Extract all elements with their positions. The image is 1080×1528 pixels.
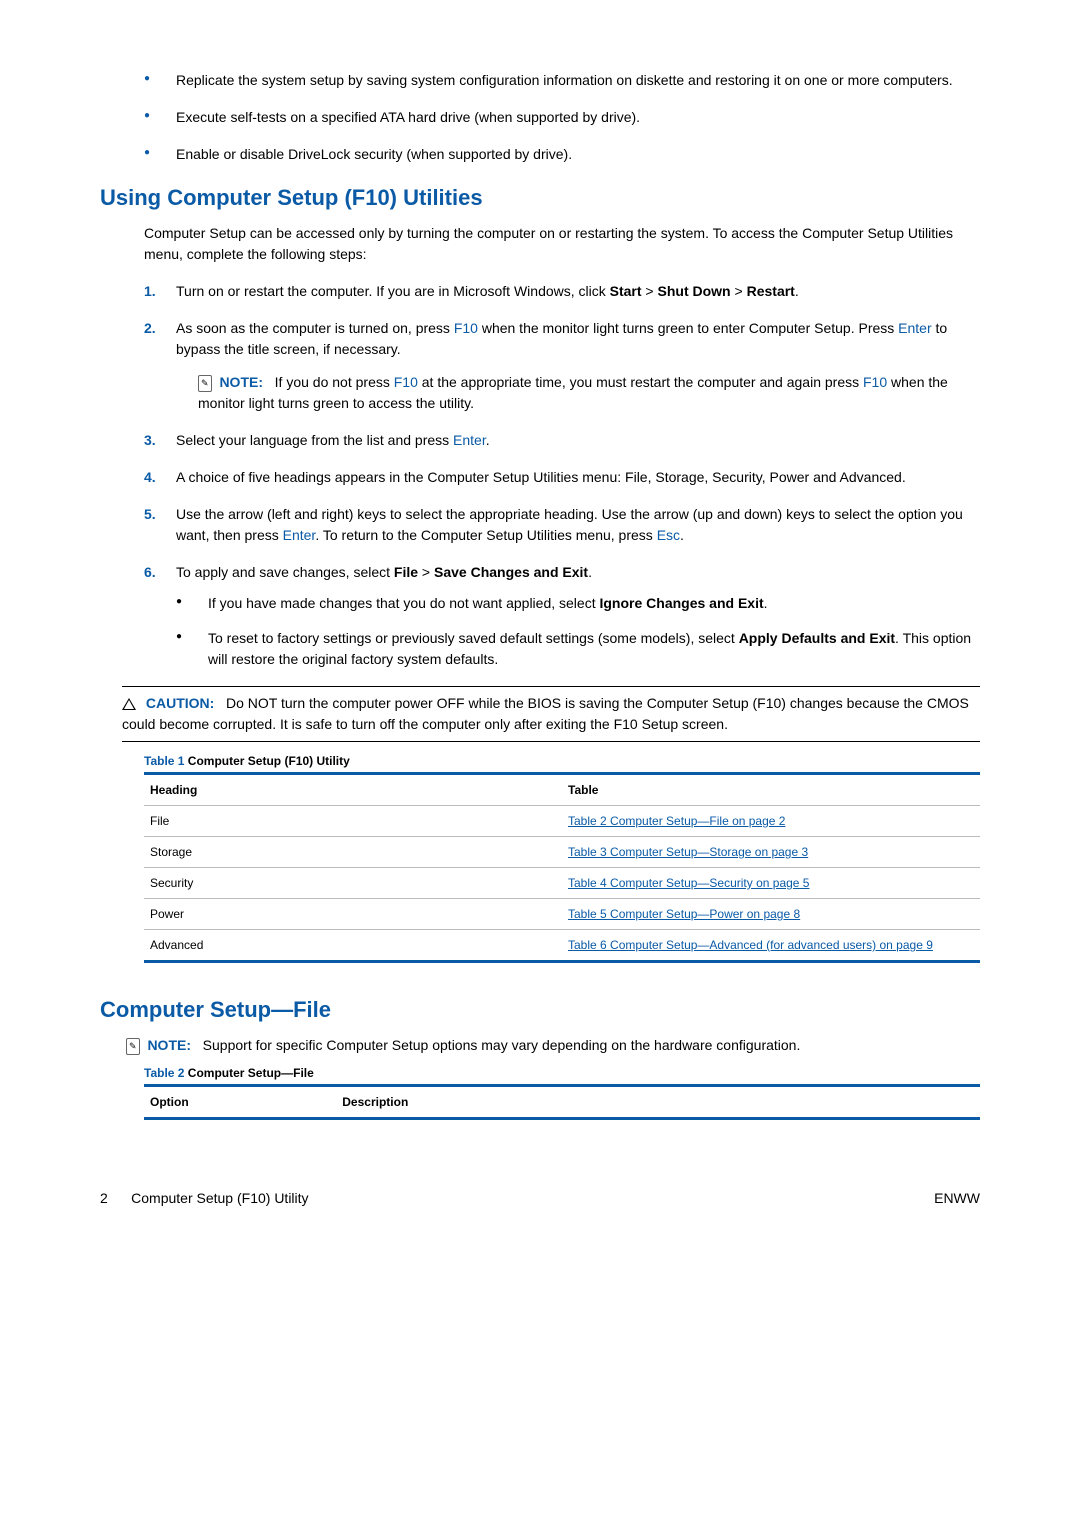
table-row: Security Table 4 Computer Setup—Security…: [144, 868, 980, 899]
link-table5[interactable]: Table 5 Computer Setup—Power on page 8: [568, 907, 800, 921]
col-option: Option: [144, 1086, 336, 1119]
table-computer-setup-utility: Heading Table File Table 2 Computer Setu…: [144, 772, 980, 963]
step-2: As soon as the computer is turned on, pr…: [144, 318, 980, 414]
caution-icon: [122, 698, 136, 710]
table-1-title: Table 1 Computer Setup (F10) Utility: [144, 754, 980, 768]
table-row: File Table 2 Computer Setup—File on page…: [144, 806, 980, 837]
caution-text: Do NOT turn the computer power OFF while…: [122, 695, 969, 732]
caution-label: CAUTION:: [146, 695, 214, 711]
col-heading: Heading: [144, 774, 562, 806]
link-table2[interactable]: Table 2 Computer Setup—File on page 2: [568, 814, 785, 828]
note-block-2: ✎ NOTE: Support for specific Computer Se…: [126, 1035, 980, 1056]
caution-block: CAUTION: Do NOT turn the computer power …: [122, 686, 980, 742]
note-block: ✎ NOTE: If you do not press F10 at the a…: [198, 372, 980, 414]
step-4: A choice of five headings appears in the…: [144, 467, 980, 488]
step-6-subitems: If you have made changes that you do not…: [176, 593, 980, 670]
link-table4[interactable]: Table 4 Computer Setup—Security on page …: [568, 876, 809, 890]
footer-right: ENWW: [934, 1190, 980, 1206]
sub-item: To reset to factory settings or previous…: [176, 628, 980, 670]
section-using-utilities-heading: Using Computer Setup (F10) Utilities: [100, 185, 980, 211]
sub-item: If you have made changes that you do not…: [176, 593, 980, 614]
step-3: Select your language from the list and p…: [144, 430, 980, 451]
footer-chapter: Computer Setup (F10) Utility: [131, 1190, 308, 1206]
note-label: NOTE:: [147, 1037, 191, 1053]
page-footer: 2 Computer Setup (F10) Utility ENWW: [100, 1190, 980, 1206]
feature-bullets: Replicate the system setup by saving sys…: [144, 70, 980, 165]
link-table6[interactable]: Table 6 Computer Setup—Advanced (for adv…: [568, 938, 933, 952]
intro-paragraph: Computer Setup can be accessed only by t…: [144, 223, 980, 265]
table-row: Advanced Table 6 Computer Setup—Advanced…: [144, 930, 980, 962]
note-label: NOTE:: [219, 374, 263, 390]
bullet-item: Enable or disable DriveLock security (wh…: [144, 144, 980, 165]
steps-list: Turn on or restart the computer. If you …: [144, 281, 980, 670]
section-file-heading: Computer Setup—File: [100, 997, 980, 1023]
table-computer-setup-file: Option Description: [144, 1084, 980, 1120]
table-2-title: Table 2 Computer Setup—File: [144, 1066, 980, 1080]
bullet-item: Execute self-tests on a specified ATA ha…: [144, 107, 980, 128]
note-icon: ✎: [198, 375, 212, 393]
step-6: To apply and save changes, select File >…: [144, 562, 980, 670]
step-5: Use the arrow (left and right) keys to s…: [144, 504, 980, 546]
page-number: 2: [100, 1190, 108, 1206]
step-1: Turn on or restart the computer. If you …: [144, 281, 980, 302]
table-row: Power Table 5 Computer Setup—Power on pa…: [144, 899, 980, 930]
table-row: Storage Table 3 Computer Setup—Storage o…: [144, 837, 980, 868]
bullet-item: Replicate the system setup by saving sys…: [144, 70, 980, 91]
col-description: Description: [336, 1086, 980, 1119]
col-table: Table: [562, 774, 980, 806]
note-icon: ✎: [126, 1038, 140, 1056]
link-table3[interactable]: Table 3 Computer Setup—Storage on page 3: [568, 845, 808, 859]
